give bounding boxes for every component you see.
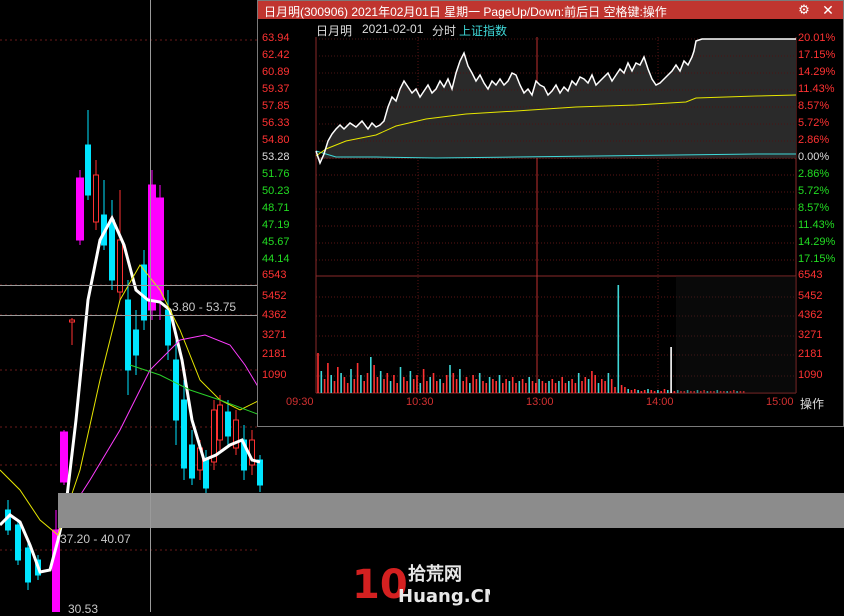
site-logo: 10 拾荒网 Huang.CN	[350, 558, 499, 608]
candle-body	[133, 329, 139, 356]
volume-axis-label-right: 2181	[798, 348, 823, 360]
price-axis-label: 44.14	[262, 253, 290, 265]
price-axis-label: 60.89	[262, 66, 290, 78]
volume-axis-label-left: 4362	[262, 309, 287, 321]
volume-after-area	[676, 276, 796, 393]
volume-axis-label-left: 5452	[262, 290, 287, 302]
close-button[interactable]: ✕	[818, 2, 838, 18]
volume-axis-label-left: 3271	[262, 329, 287, 341]
price-axis-label: 63.94	[262, 32, 290, 44]
candle-body	[60, 431, 68, 483]
price-low-tag: 30.53	[68, 602, 99, 616]
volume-axis-label-left: 2181	[262, 348, 287, 360]
stock-name: 日月明	[316, 24, 353, 38]
candle-body	[69, 319, 75, 323]
time-axis-label: 10:30	[406, 396, 434, 408]
volume-axis-label-left: 6543	[262, 269, 287, 281]
candle-body	[217, 404, 223, 441]
percent-axis-label: 2.86%	[798, 134, 830, 146]
volume-axis-label-right: 3271	[798, 329, 823, 341]
volume-axis-label-right: 1090	[798, 369, 823, 381]
price-axis-label: 45.67	[262, 236, 290, 248]
price-axis-label: 48.71	[262, 202, 290, 214]
percent-axis-label: 0.00%	[798, 151, 830, 163]
gray-highlight-band	[58, 493, 844, 528]
window-title: 日月明(300906) 2021年02月01日 星期一 PageUp/Down:…	[264, 5, 667, 19]
crosshair-vertical-line	[150, 0, 151, 612]
percent-axis-label: 14.29%	[798, 236, 836, 248]
volume-axis-label-left: 1090	[262, 369, 287, 381]
candle-body	[109, 219, 115, 281]
window-titlebar[interactable]: 日月明(300906) 2021年02月01日 星期一 PageUp/Down:…	[258, 1, 843, 19]
volume-axis-label-right: 6543	[798, 269, 823, 281]
price-axis-label: 53.28	[262, 151, 290, 163]
index-link[interactable]: 上证指数	[459, 22, 507, 39]
intraday-chart[interactable]	[258, 1, 843, 426]
view-mode-label: 分时	[432, 24, 457, 38]
percent-axis-label: 2.86%	[798, 168, 830, 180]
volume-axis-label-right: 4362	[798, 309, 823, 321]
candle-body	[225, 411, 231, 437]
volume-axis-label-right: 5452	[798, 290, 823, 302]
percent-axis-label: 5.72%	[798, 117, 830, 129]
time-axis-label: 15:00	[766, 396, 794, 408]
candle-body	[203, 459, 209, 489]
chart-date: 2021-02-01	[362, 22, 424, 36]
percent-axis-label: 14.29%	[798, 66, 836, 78]
percent-axis-label: 11.43%	[798, 219, 835, 231]
percent-axis-label: 20.01%	[798, 32, 836, 44]
info-bar: 日月明 2021-02-01 分时 上证指数	[258, 19, 843, 39]
percent-axis-label: 17.15%	[798, 49, 836, 61]
candle-body	[15, 524, 21, 561]
percent-axis-label: 5.72%	[798, 185, 830, 197]
candle-body	[93, 174, 99, 223]
candle-body	[76, 177, 84, 241]
operate-button[interactable]: 操作	[800, 395, 824, 412]
price-axis-label: 62.42	[262, 49, 290, 61]
settings-gear-icon[interactable]: ⚙	[796, 2, 812, 18]
candle-body	[125, 299, 131, 371]
intraday-window[interactable]: 日月明(300906) 2021年02月01日 星期一 PageUp/Down:…	[257, 0, 844, 427]
price-axis-label: 54.80	[262, 134, 290, 146]
logo-brand-en: Huang.CN	[398, 586, 490, 606]
candle-body	[141, 264, 147, 321]
time-axis-label: 14:00	[646, 396, 674, 408]
price-range-tag-high: 3.80 - 53.75	[172, 300, 237, 314]
percent-axis-label: 17.15%	[798, 253, 836, 265]
candle-body	[173, 359, 179, 421]
price-axis-label: 51.76	[262, 168, 290, 180]
price-axis-label: 47.19	[262, 219, 290, 231]
time-axis-label: 09:30	[286, 396, 314, 408]
percent-axis-label: 11.43%	[798, 83, 835, 95]
price-axis-label: 59.37	[262, 83, 290, 95]
percent-axis-label: 8.57%	[798, 100, 830, 112]
logo-graphic: 10 拾荒网 Huang.CN	[352, 562, 499, 608]
price-axis-label: 56.33	[262, 117, 290, 129]
price-area-fill	[316, 39, 796, 163]
percent-axis-label: 8.57%	[798, 202, 830, 214]
time-axis-label: 13:00	[526, 396, 554, 408]
candle-body	[181, 399, 187, 469]
price-axis-label: 57.85	[262, 100, 290, 112]
price-range-tag-low: 37.20 - 40.07	[60, 532, 131, 546]
price-axis-label: 50.23	[262, 185, 290, 197]
crosshair-horizontal-line	[0, 285, 260, 286]
candle-body	[85, 144, 91, 196]
candle-body	[25, 547, 31, 583]
price-level-line	[0, 315, 260, 316]
candle-body	[257, 459, 263, 486]
candle-body	[189, 444, 195, 479]
logo-brand-cn: 拾荒网	[408, 563, 462, 585]
